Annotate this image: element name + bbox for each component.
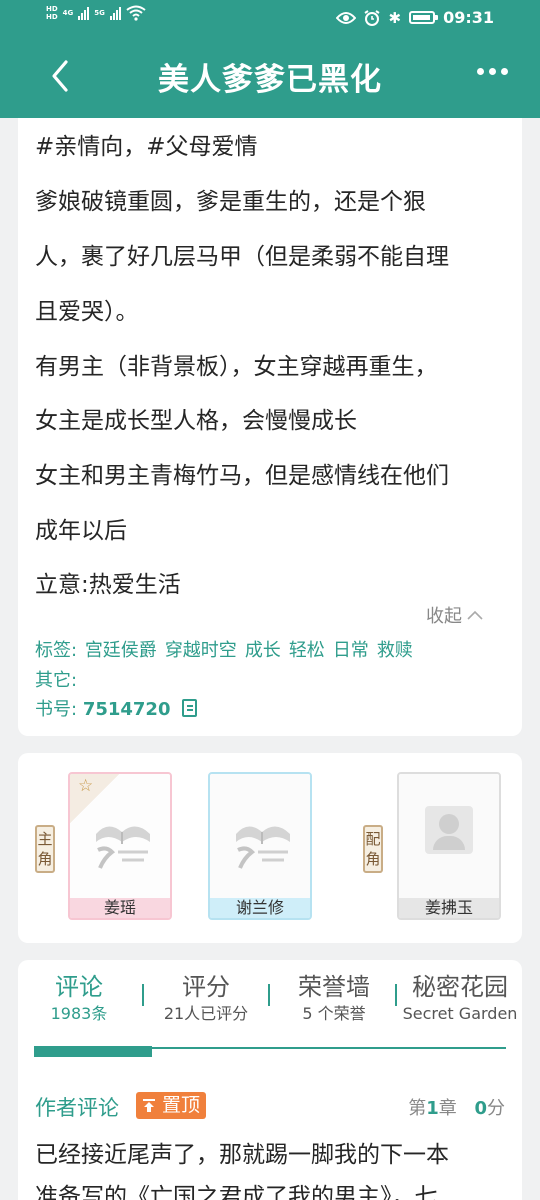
character-card[interactable]: 谢兰修 [208, 772, 312, 920]
character-placeholder [399, 774, 499, 898]
page-title: 美人爹爹已黑化 [158, 62, 382, 98]
author-comment-title: 作者评论 [35, 1096, 119, 1120]
chapter-prefix: 第 [408, 1098, 427, 1119]
role-char: 角 [37, 850, 53, 868]
synopsis-line: 爹娘破镜重圆，爹是重生的，还是个狠 [35, 189, 426, 215]
character-card[interactable]: ☆ 姜瑶 [68, 772, 172, 920]
battery-icon [409, 11, 439, 24]
eye-icon [336, 11, 357, 24]
synopsis-line: 女主是成长型人格，会慢慢成长 [35, 408, 357, 434]
character-card[interactable]: 姜拂玉 [397, 772, 501, 920]
chapter-suffix: 章 [438, 1098, 457, 1119]
tab-sub: Secret Garden [402, 1004, 518, 1023]
comment-score: 0 [474, 1098, 487, 1119]
comment-line: 已经接近尾声了，那就踢一脚我的下一本 [35, 1142, 449, 1168]
score-suffix: 分 [487, 1098, 505, 1119]
tags-row: 标签: 宫廷侯爵 穿越时空 成长 轻松 日常 救赎 [35, 636, 419, 662]
tag-link[interactable]: 日常 [333, 640, 369, 661]
role-char: 主 [37, 830, 53, 848]
tab-sub: 1983条 [50, 1004, 108, 1023]
clock: 09:31 [443, 8, 494, 27]
synopsis-line: 立意:热爱生活 [35, 572, 181, 598]
character-name: 姜瑶 [70, 898, 170, 918]
tab-comments[interactable]: 评论 1983条 [35, 972, 123, 1026]
tag-link[interactable]: 宫廷侯爵 [85, 640, 157, 661]
tab-sub: 21人已评分 [163, 1004, 249, 1023]
status-bar: HD HD 4G 5G ✱ 09:31 [0, 0, 540, 38]
wifi-icon [126, 5, 146, 21]
pin-label: 置顶 [162, 1094, 201, 1116]
pinned-badge: 置顶 [136, 1092, 207, 1119]
other-label: 其它: [35, 670, 78, 691]
tab-sub: 5 个荣誉 [302, 1004, 366, 1023]
book-id-row: 书号: 7514720 [35, 695, 198, 721]
tag-link[interactable]: 穿越时空 [165, 640, 237, 661]
more-dot-icon [489, 68, 496, 75]
role-char: 配 [365, 830, 381, 848]
character-placeholder [210, 774, 310, 898]
synopsis-line: 有男主（非背景板），女主穿越再重生， [35, 354, 438, 380]
hd-badge: HD [46, 13, 58, 21]
book-id: 7514720 [82, 699, 171, 720]
network-type: 5G [94, 9, 105, 17]
synopsis-line: 成年以后 [35, 518, 127, 544]
signal-icon [78, 6, 90, 20]
jjwxc-logo-icon [236, 826, 290, 869]
more-dot-icon [477, 68, 484, 75]
synopsis-line: 人，裹了好几层马甲（但是柔弱不能自理 [35, 244, 449, 270]
star-icon: ☆ [78, 776, 94, 796]
chapter-number: 1 [426, 1098, 439, 1119]
tab-label: 评分 [182, 973, 230, 1001]
supporting-role-label: 配 角 [363, 825, 383, 873]
synopsis-line: 女主和男主青梅竹马，但是感情线在他们 [35, 463, 449, 489]
comment-meta: 第1章 0分 [408, 1094, 505, 1120]
tag-link[interactable]: 成长 [245, 640, 281, 661]
character-name: 谢兰修 [210, 898, 310, 918]
more-button[interactable] [477, 68, 508, 75]
tags-label: 标签: [35, 640, 78, 661]
synopsis-card: #亲情向，#父母爱情 爹娘破镜重圆，爹是重生的，还是个狠 人，裹了好几层马甲（但… [18, 118, 522, 736]
synopsis-line: 且爱哭）。 [35, 299, 139, 325]
jjwxc-logo-icon [96, 826, 150, 869]
collapse-button[interactable]: 收起 [426, 602, 484, 628]
avatar-placeholder-icon [425, 806, 473, 854]
hd-badges: HD HD [46, 5, 58, 21]
role-char: 角 [365, 850, 381, 868]
tab-indicator [34, 1046, 152, 1057]
characters-card: 主 角 ☆ 姜瑶 谢兰修 配 角 姜拂玉 [18, 753, 522, 943]
comment-line: 准备写的《亡国之君成了我的男主》，七 [35, 1184, 438, 1200]
tab-divider [268, 984, 270, 1006]
tab-label: 评论 [55, 973, 103, 1001]
hd-badge: HD [46, 5, 58, 13]
chevron-up-icon [467, 610, 483, 620]
network-type: 4G [62, 9, 74, 17]
tab-divider [142, 984, 144, 1006]
collapse-label: 收起 [426, 606, 462, 627]
character-placeholder: ☆ [70, 774, 170, 898]
tab-secret-garden[interactable]: 秘密花园 Secret Garden [401, 972, 519, 1026]
bluetooth-icon: ✱ [388, 8, 402, 27]
app-bar: 美人爹爹已黑化 [0, 38, 540, 118]
copy-icon[interactable] [182, 699, 198, 717]
tab-honor-wall[interactable]: 荣誉墙 5 个荣誉 [284, 972, 384, 1026]
main-role-label: 主 角 [35, 825, 55, 873]
tag-link[interactable]: 轻松 [289, 640, 325, 661]
tab-label: 荣誉墙 [298, 973, 370, 1001]
other-row: 其它: [35, 666, 77, 692]
tag-link[interactable]: 救赎 [377, 640, 413, 661]
tab-divider [395, 984, 397, 1006]
synopsis-line: #亲情向，#父母爱情 [35, 134, 258, 160]
arrow-up-icon [143, 1099, 155, 1112]
tab-ratings[interactable]: 评分 21人已评分 [152, 972, 260, 1026]
status-left: HD HD 4G 5G [46, 5, 146, 21]
signal-icon [109, 6, 121, 20]
character-name: 姜拂玉 [399, 898, 499, 918]
status-right: ✱ 09:31 [336, 8, 494, 27]
comments-card: 评论 1983条 评分 21人已评分 荣誉墙 5 个荣誉 秘密花园 Secret… [18, 960, 522, 1200]
tab-label: 秘密花园 [412, 973, 508, 1001]
book-id-label: 书号: [35, 699, 78, 720]
alarm-icon [364, 9, 381, 26]
more-dot-icon [501, 68, 508, 75]
